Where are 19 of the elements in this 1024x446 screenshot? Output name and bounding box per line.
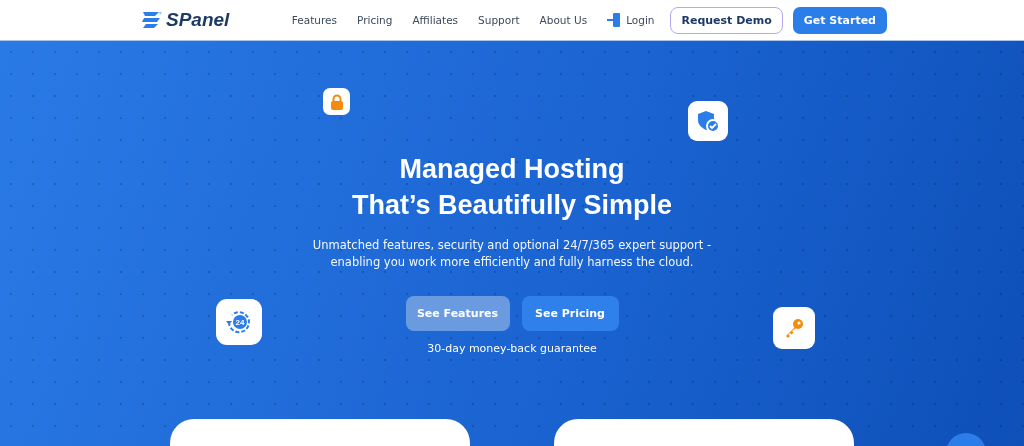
nav-link[interactable]: Support [478, 14, 520, 26]
logo-icon [140, 9, 164, 31]
see-pricing-button[interactable]: See Pricing [521, 296, 619, 331]
logo-text[interactable]: SPanel [166, 9, 230, 31]
nav-link[interactable]: Pricing [357, 14, 393, 26]
support-24-icon: 24 [216, 299, 262, 345]
login-icon [607, 12, 622, 28]
login-link[interactable]: Login [607, 12, 655, 28]
nav-link[interactable]: About Us [539, 14, 588, 26]
key-icon [773, 307, 815, 349]
guarantee-text: 30-day money-back guarantee [427, 342, 597, 355]
hero-subtitle: Unmatched features, security and optional 24/7/365 expert support - enabling you work more efficiently and fully harness the cloud. [312, 237, 712, 271]
hero-title: Managed Hosting That’s Beautifully Simple [351, 153, 673, 222]
get-started-button[interactable]: Get Started [792, 6, 887, 34]
shield-check-icon [688, 101, 728, 141]
request-demo-button[interactable]: Request Demo [670, 6, 783, 34]
nav-link[interactable]: Affiliates [412, 14, 459, 26]
nav-link[interactable]: Features [291, 14, 337, 26]
padlock-icon [323, 88, 350, 115]
